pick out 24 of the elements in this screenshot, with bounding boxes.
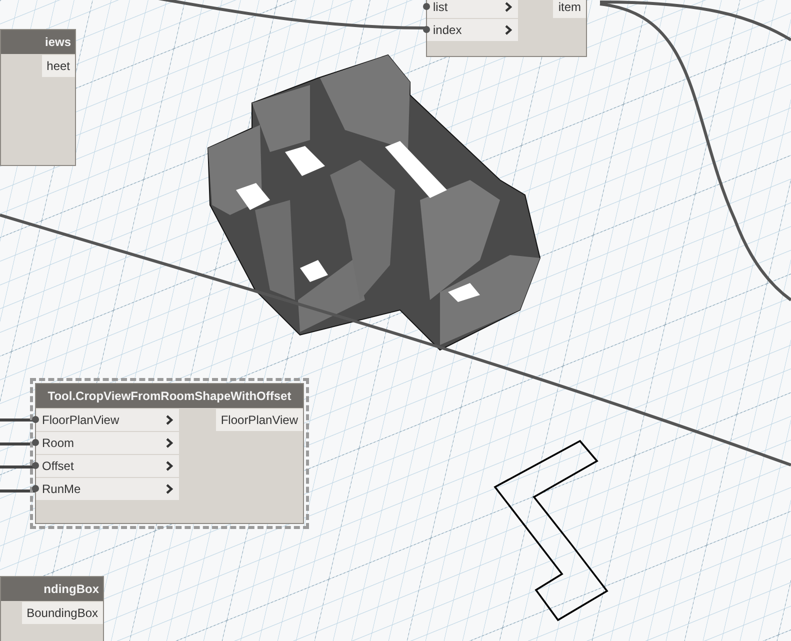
output-port[interactable]: FloorPlanView	[216, 409, 303, 431]
node-title: ndingBox	[1, 577, 103, 601]
output-port[interactable]: BoundingBox	[22, 602, 103, 624]
node-title: Tool.CropViewFromRoomShapeWithOffset	[36, 384, 303, 408]
port-dot	[32, 439, 39, 446]
wire	[0, 490, 35, 492]
chevron-icon	[166, 461, 173, 471]
port-dot	[423, 26, 430, 33]
chevron-icon	[166, 438, 173, 448]
output-port[interactable]: heet	[42, 55, 75, 77]
node-card[interactable]: list index item	[426, 0, 587, 57]
port-dot	[32, 416, 39, 423]
node-title: iews	[1, 30, 75, 54]
chevron-icon	[505, 25, 512, 35]
chevron-icon	[505, 2, 512, 12]
node-card[interactable]: ndingBox BoundingBox	[0, 576, 104, 641]
node-card[interactable]: Tool.CropViewFromRoomShapeWithOffset FloorPlanView Room Offset RunMe FloorPlanView	[35, 383, 304, 524]
output-port[interactable]: item	[553, 0, 586, 18]
port-dot	[32, 485, 39, 492]
chevron-icon	[166, 415, 173, 425]
port-dot	[32, 462, 39, 469]
port-dot	[423, 3, 430, 10]
node-card[interactable]: iews heet	[0, 29, 76, 166]
chevron-icon	[166, 484, 173, 494]
